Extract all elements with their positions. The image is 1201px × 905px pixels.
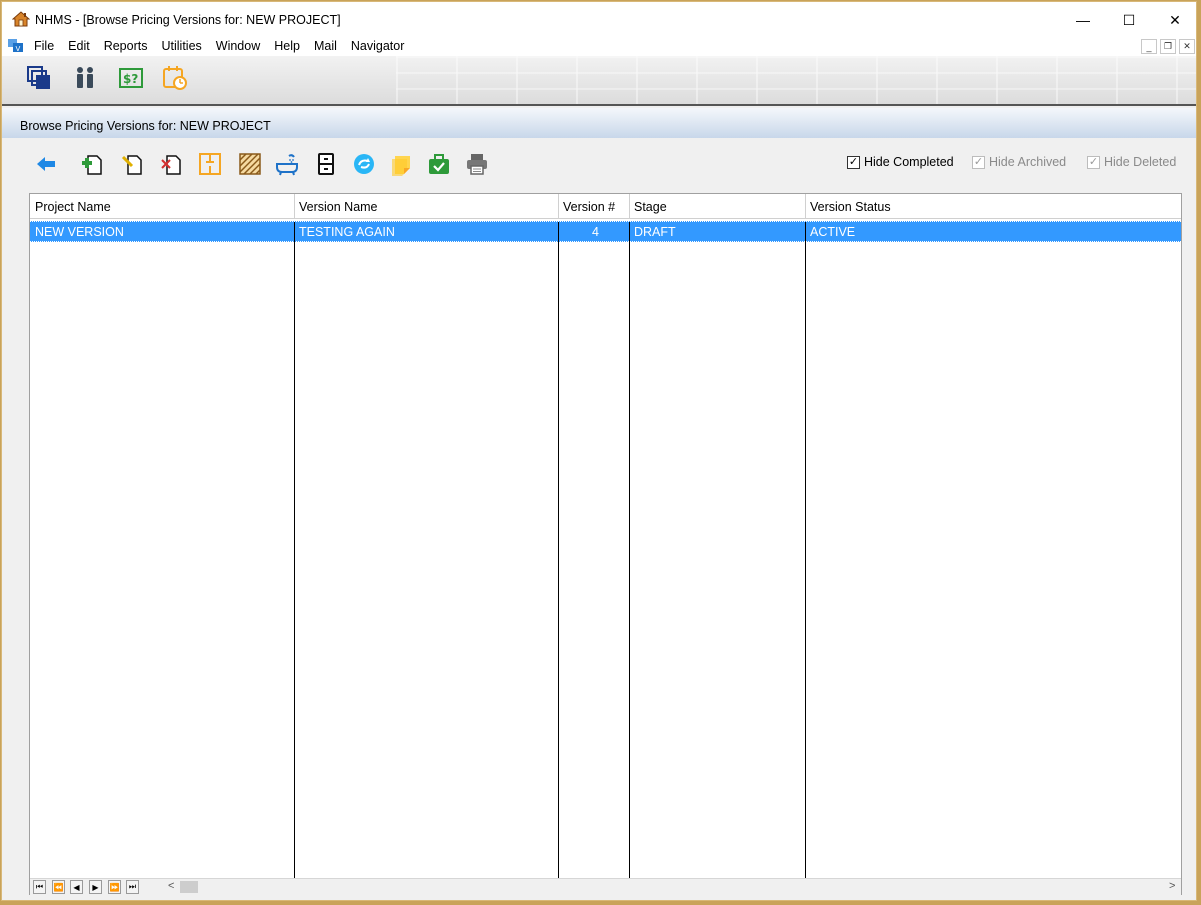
table-header: Project Name Version Name Version # Stag…	[30, 194, 1181, 219]
hide-completed-checkbox[interactable]: ✓ Hide Completed	[847, 155, 954, 169]
column-header-project-name[interactable]: Project Name	[30, 194, 294, 219]
briefcase-check-icon[interactable]	[427, 152, 451, 176]
globe-refresh-icon[interactable]	[352, 152, 376, 176]
printer-icon[interactable]	[465, 152, 489, 176]
people-icon[interactable]	[72, 65, 98, 91]
mdi-restore-button[interactable]: ❐	[1160, 39, 1176, 54]
menu-window[interactable]: Window	[216, 39, 267, 53]
app-window: NHMS - [Browse Pricing Versions for: NEW…	[1, 1, 1197, 901]
scroll-left-arrow[interactable]: <	[168, 880, 174, 892]
mdi-minimize-button[interactable]: _	[1141, 39, 1157, 54]
maximize-button[interactable]: ☐	[1106, 6, 1152, 34]
column-line	[558, 242, 559, 878]
column-divider[interactable]	[629, 194, 630, 219]
delete-document-icon[interactable]	[159, 152, 183, 176]
menu-bar: V File Edit Reports Utilities Window Hel…	[2, 36, 1196, 56]
cell-version-status: ACTIVE	[810, 225, 856, 239]
app-logo-icon: V	[8, 39, 23, 53]
window-title: NHMS - [Browse Pricing Versions for: NEW…	[35, 13, 341, 27]
next-page-button[interactable]: ⏩	[108, 880, 121, 894]
page-header: Browse Pricing Versions for: NEW PROJECT	[2, 108, 1196, 138]
hide-archived-checkbox[interactable]: ✓ Hide Archived	[972, 155, 1066, 169]
first-record-button[interactable]: ⏮	[33, 880, 46, 894]
svg-text:V: V	[16, 45, 21, 53]
menu-reports[interactable]: Reports	[104, 39, 155, 53]
windows-stack-icon[interactable]	[26, 65, 52, 91]
cell-project-name: NEW VERSION	[35, 225, 124, 239]
hatched-area-icon[interactable]	[238, 152, 262, 176]
toolbar-background	[396, 56, 1196, 104]
menu-navigator[interactable]: Navigator	[351, 39, 412, 53]
column-line	[629, 242, 630, 878]
house-icon	[12, 11, 30, 27]
calendar-clock-icon[interactable]	[162, 65, 188, 91]
column-header-version-name[interactable]: Version Name	[294, 194, 558, 219]
sticky-note-icon[interactable]	[390, 152, 414, 176]
horizontal-scrollbar-thumb[interactable]	[180, 881, 198, 893]
menu-mail[interactable]: Mail	[314, 39, 344, 53]
page-title: Browse Pricing Versions for: NEW PROJECT	[20, 119, 271, 133]
record-navigator: ⏮ ⏪ ◀ ▶ ⏩ ⏭ < >	[30, 878, 1181, 895]
check-icon[interactable]: ✓	[847, 155, 860, 169]
cabinet-icon[interactable]	[314, 152, 338, 176]
svg-text:$?: $?	[123, 72, 138, 86]
last-record-button[interactable]: ⏭	[126, 880, 139, 894]
menu-utilities[interactable]: Utilities	[161, 39, 208, 53]
column-line	[805, 242, 806, 878]
column-divider[interactable]	[558, 194, 559, 219]
menu-file[interactable]: File	[34, 39, 61, 53]
title-bar: NHMS - [Browse Pricing Versions for: NEW…	[2, 2, 1196, 36]
menu-edit[interactable]: Edit	[68, 39, 97, 53]
add-document-icon[interactable]	[80, 152, 104, 176]
action-toolbar: ✓ Hide Completed ✓ Hide Archived ✓ Hide …	[2, 138, 1196, 190]
back-arrow-icon[interactable]	[34, 152, 58, 176]
next-record-button[interactable]: ▶	[89, 880, 102, 894]
hide-archived-label: Hide Archived	[989, 155, 1067, 169]
column-header-version-status[interactable]: Version Status	[805, 194, 1181, 219]
table-row[interactable]: NEW VERSION TESTING AGAIN 4 DRAFT ACTIVE	[30, 221, 1181, 243]
column-header-version-number[interactable]: Version #	[558, 194, 629, 219]
previous-page-button[interactable]: ⏪	[52, 880, 65, 894]
column-divider[interactable]	[805, 194, 806, 219]
check-icon[interactable]: ✓	[1087, 155, 1100, 169]
column-header-stage[interactable]: Stage	[629, 194, 805, 219]
pricing-versions-table: Project Name Version Name Version # Stag…	[29, 193, 1182, 895]
hide-completed-label: Hide Completed	[864, 155, 954, 169]
mdi-close-button[interactable]: ✕	[1179, 39, 1195, 54]
minimize-button[interactable]: —	[1060, 6, 1106, 34]
bathtub-icon[interactable]	[275, 152, 299, 176]
main-toolbar: $?	[2, 56, 1196, 106]
previous-record-button[interactable]: ◀	[70, 880, 83, 894]
column-divider[interactable]	[294, 194, 295, 219]
hide-deleted-checkbox[interactable]: ✓ Hide Deleted	[1087, 155, 1176, 169]
edit-document-icon[interactable]	[120, 152, 144, 176]
layout-plan-icon[interactable]	[198, 152, 222, 176]
hide-deleted-label: Hide Deleted	[1104, 155, 1177, 169]
cell-version-number: 4	[592, 225, 599, 239]
scroll-right-arrow[interactable]: >	[1169, 880, 1175, 892]
cell-stage: DRAFT	[634, 225, 676, 239]
pricing-dollar-icon[interactable]: $?	[118, 65, 144, 91]
close-button[interactable]: ✕	[1152, 6, 1198, 34]
menu-help[interactable]: Help	[274, 39, 307, 53]
cell-version-name: TESTING AGAIN	[299, 225, 395, 239]
menu-items: File Edit Reports Utilities Window Help …	[34, 39, 418, 53]
check-icon[interactable]: ✓	[972, 155, 985, 169]
column-line	[294, 242, 295, 878]
